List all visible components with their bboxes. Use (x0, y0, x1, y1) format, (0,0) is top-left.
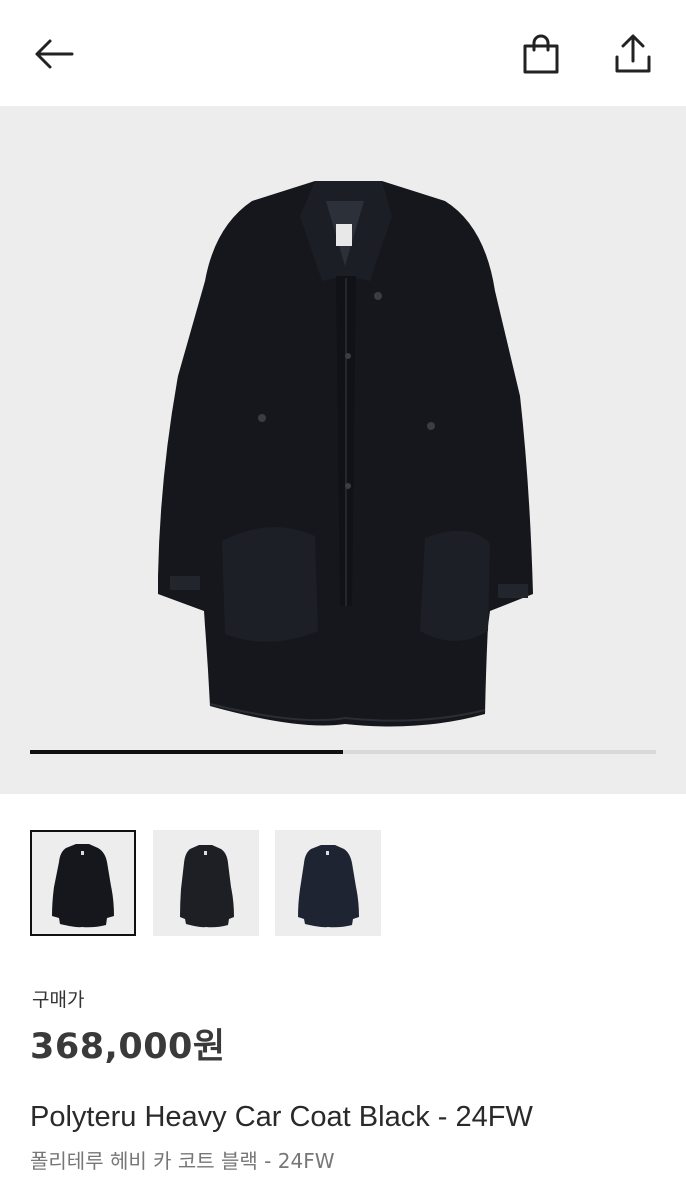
share-upload-icon (615, 34, 651, 73)
carousel-progress-bar (30, 750, 656, 754)
product-name-ko: 폴리테루 헤비 카 코트 블랙 - 24FW (30, 1149, 335, 1173)
product-name-en: Polyteru Heavy Car Coat Black - 24FW (30, 1101, 533, 1133)
shopping-bag-button[interactable] (512, 26, 570, 82)
thumbnail-image (180, 845, 234, 928)
thumbnail-list (30, 830, 430, 938)
product-image (158, 181, 533, 727)
price-value: 368,000원 (30, 1027, 226, 1067)
thumbnail-2[interactable] (153, 830, 259, 936)
top-bar (0, 0, 686, 106)
thumbnail-3[interactable] (275, 830, 381, 936)
price-label: 구매가 (32, 989, 85, 1011)
thumbnail-image (52, 844, 114, 928)
share-button[interactable] (604, 26, 662, 82)
thumbnail-1[interactable] (30, 830, 136, 936)
product-image-carousel[interactable] (0, 106, 686, 794)
arrow-left-icon (35, 39, 74, 69)
back-button[interactable] (24, 26, 84, 82)
carousel-progress-fill (30, 750, 343, 754)
shopping-bag-icon (523, 34, 559, 74)
thumbnail-image (298, 845, 359, 928)
